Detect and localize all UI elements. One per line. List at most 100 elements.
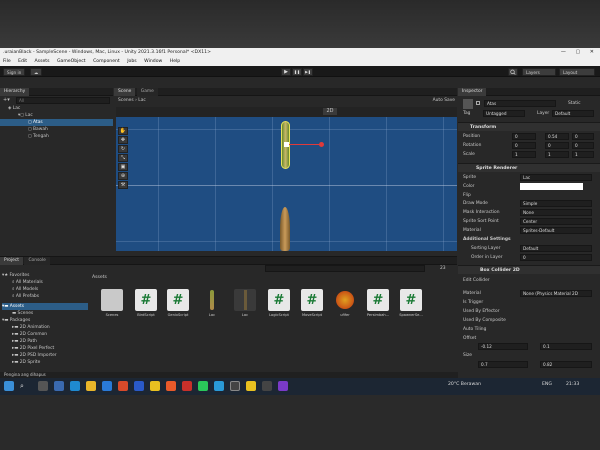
size-y[interactable]: 0.82 [540, 361, 592, 368]
hierarchy-item-tengah[interactable]: ◻ Tengah [0, 133, 113, 140]
office-icon[interactable] [118, 381, 128, 391]
asset-sprite-lac[interactable]: Lac [197, 289, 227, 317]
scale-x[interactable]: 1 [512, 151, 536, 158]
pause-button[interactable]: ❚❚ [292, 67, 302, 76]
assets-breadcrumb[interactable]: Assets [92, 275, 107, 280]
chrome-icon[interactable] [246, 381, 256, 391]
firefox-icon[interactable] [166, 381, 176, 391]
hierarchy-tab[interactable]: Hierarchy [0, 88, 30, 96]
asset-script[interactable]: # MoveScript [297, 289, 327, 317]
hierarchy-item-bawah[interactable]: ◻ Bawah [0, 126, 113, 133]
asset-script[interactable]: # Persimbah... [363, 289, 393, 317]
scale-tool-icon[interactable]: ⤡ [118, 154, 128, 162]
color-swatch[interactable] [520, 183, 583, 190]
package-item[interactable]: ▸▬ 2D Animation [2, 324, 88, 331]
app-icon[interactable] [182, 381, 192, 391]
gizmo-handle[interactable] [319, 142, 324, 147]
static-label[interactable]: Static [568, 101, 581, 106]
app-icon[interactable] [214, 381, 224, 391]
scene-view[interactable] [116, 107, 457, 251]
transform-tool-icon[interactable]: ⊕ [118, 172, 128, 180]
gizmo-center[interactable] [284, 142, 289, 147]
layer-dropdown[interactable]: Default [552, 110, 594, 117]
transform-header[interactable]: Transform [458, 122, 600, 131]
store-icon[interactable] [102, 381, 112, 391]
drawmode-dropdown[interactable]: Simple [520, 200, 592, 207]
asset-folder-scenes[interactable]: Scenes [97, 289, 127, 317]
gizmo-x-axis[interactable] [286, 144, 321, 145]
tab-scene[interactable]: Scene [114, 88, 136, 96]
package-item[interactable]: ▸▬ 2D Common [2, 331, 88, 338]
add-icon[interactable]: +▾ [3, 97, 10, 103]
word-icon[interactable] [134, 381, 144, 391]
language-indicator[interactable]: ENG [542, 382, 552, 387]
menu-file[interactable]: File [3, 59, 11, 64]
unity-icon[interactable] [262, 381, 272, 391]
collider-material-field[interactable]: None (Physics Material 2D [520, 290, 592, 297]
box-collider-header[interactable]: Box Collider 2D [458, 265, 600, 274]
weather-widget[interactable]: 20°C Berawan [448, 382, 481, 387]
fav-item[interactable]: ⌕ All Models [2, 286, 88, 293]
additional-settings[interactable]: Additional Settings [463, 235, 593, 244]
order-field[interactable]: 0 [520, 254, 592, 261]
hierarchy-item-lac[interactable]: ▾◻ Lac [0, 112, 113, 119]
asset-script[interactable]: # BirdScript [131, 289, 161, 317]
menu-jobs[interactable]: Jobs [127, 59, 136, 64]
menu-help[interactable]: Help [170, 59, 180, 64]
asset-script[interactable]: # LogicScript [264, 289, 294, 317]
rotate-tool-icon[interactable]: ↻ [118, 145, 128, 153]
menu-component[interactable]: Component [93, 59, 120, 64]
folder-scenes[interactable]: ▬ Scenes [2, 310, 88, 317]
position-z[interactable]: 0 [572, 133, 594, 140]
size-x[interactable]: 0.7 [478, 361, 528, 368]
widgets-icon[interactable] [54, 381, 64, 391]
hand-tool-icon[interactable]: ✋ [118, 127, 128, 135]
breadcrumb-lac[interactable]: Lac [138, 98, 146, 103]
layers-dropdown[interactable]: Layers [522, 67, 556, 76]
package-item[interactable]: ▸▬ 2D Path [2, 338, 88, 345]
active-checkbox[interactable] [476, 101, 480, 105]
windows-start-icon[interactable] [4, 381, 14, 391]
hierarchy-item-atas[interactable]: ◻ Atas [0, 119, 113, 126]
project-search-input[interactable] [265, 265, 425, 272]
tag-dropdown[interactable]: Untagged [483, 110, 525, 117]
unity-hub-icon[interactable] [230, 381, 240, 391]
task-view-icon[interactable] [38, 381, 48, 391]
asset-script[interactable]: # SpawnerSe... [396, 289, 426, 317]
sprite-field[interactable]: Lac [520, 174, 592, 181]
menu-edit[interactable]: Edit [18, 59, 27, 64]
file-explorer-icon[interactable] [86, 381, 96, 391]
hierarchy-item-scene[interactable]: ◈ Lac [0, 105, 113, 112]
step-button[interactable]: ▶❚ [303, 67, 313, 76]
tab-game[interactable]: Game [136, 88, 158, 96]
signin-button[interactable]: Sign in [3, 67, 26, 76]
mask-dropdown[interactable]: None [520, 209, 592, 216]
play-button[interactable]: ▶ [281, 67, 291, 76]
favorites-header[interactable]: ▾★ Favorites [2, 272, 88, 279]
fav-item[interactable]: ⌕ All Materials [2, 279, 88, 286]
whatsapp-icon[interactable] [198, 381, 208, 391]
rotation-y[interactable]: 0 [545, 142, 569, 149]
offset-y[interactable]: 0.1 [540, 343, 592, 350]
tab-project[interactable]: Project [0, 257, 24, 265]
autosave-toggle[interactable]: Auto Save [433, 96, 455, 106]
clock[interactable]: 21:33 [566, 382, 579, 387]
search-icon[interactable]: ⌕ [20, 381, 30, 391]
chrome-icon[interactable] [150, 381, 160, 391]
edge-icon[interactable] [70, 381, 80, 391]
menu-gameobject[interactable]: GameObject [57, 59, 86, 64]
inspector-tab[interactable]: Inspector [458, 88, 487, 96]
rotation-x[interactable]: 0 [512, 142, 536, 149]
move-tool-icon[interactable]: ✥ [118, 136, 128, 144]
packages-header[interactable]: ▾▬ Packages [2, 317, 88, 324]
2d-toggle[interactable]: 2D [323, 108, 337, 115]
offset-x[interactable]: -0.12 [478, 343, 528, 350]
sprite-renderer-header[interactable]: Sprite Renderer [458, 163, 600, 172]
cloud-icon[interactable]: ☁ [30, 67, 43, 76]
position-x[interactable]: 0 [512, 133, 536, 140]
visual-studio-icon[interactable] [278, 381, 288, 391]
rect-tool-icon[interactable]: ▣ [118, 163, 128, 171]
menu-assets[interactable]: Assets [35, 59, 50, 64]
package-item[interactable]: ▸▬ 2D Pixel Perfect [2, 345, 88, 352]
rotation-z[interactable]: 0 [572, 142, 594, 149]
